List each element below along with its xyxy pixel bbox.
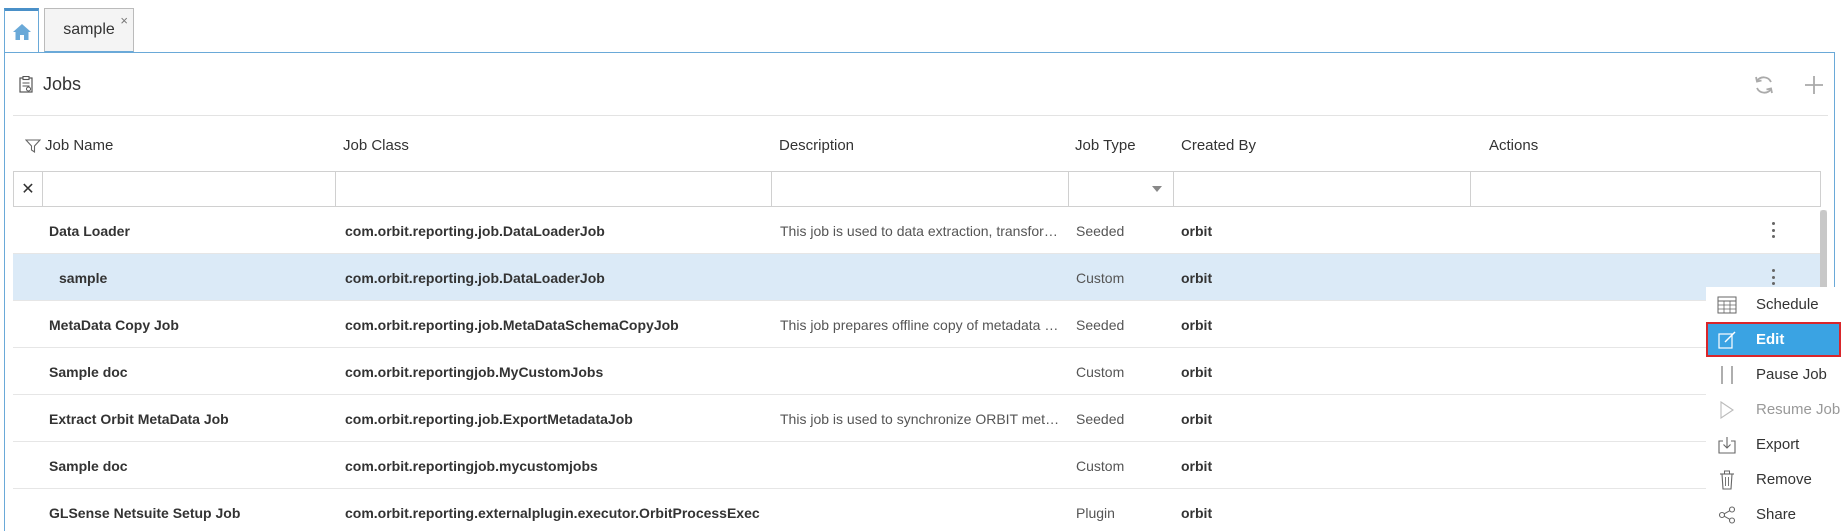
filter-input-created-by[interactable]: [1174, 172, 1471, 206]
column-header-description[interactable]: Description: [779, 137, 854, 154]
table-row[interactable]: MetaData Copy Job com.orbit.reporting.jo…: [13, 301, 1821, 348]
filter-row: ✕: [13, 171, 1821, 207]
export-icon: [1712, 434, 1742, 456]
chevron-down-icon: [1152, 186, 1162, 192]
column-header-actions: Actions: [1489, 137, 1539, 154]
table-row[interactable]: Sample doc com.orbit.reportingjob.MyCust…: [13, 348, 1821, 395]
menu-label: Share: [1756, 506, 1797, 523]
pause-icon: [1712, 364, 1742, 386]
filter-input-description[interactable]: [772, 172, 1069, 206]
menu-item-schedule[interactable]: Schedule: [1706, 287, 1841, 322]
menu-label: Schedule: [1756, 296, 1819, 313]
cell-job-class: com.orbit.reporting.job.DataLoaderJob: [345, 270, 605, 286]
cell-job-type: Custom: [1076, 270, 1125, 286]
table-row[interactable]: GLSense Netsuite Setup Job com.orbit.rep…: [13, 489, 1821, 531]
cell-job-name: GLSense Netsuite Setup Job: [49, 505, 241, 521]
tab-sample[interactable]: sample ×: [44, 8, 134, 52]
table-row[interactable]: Sample doc com.orbit.reportingjob.mycust…: [13, 442, 1821, 489]
refresh-icon[interactable]: [1750, 71, 1778, 99]
cell-description: This job is used to data extraction, tra…: [780, 223, 1062, 239]
menu-item-pause-job[interactable]: Pause Job: [1706, 357, 1841, 392]
table-row[interactable]: Extract Orbit MetaData Job com.orbit.rep…: [13, 395, 1821, 442]
cell-created-by: orbit: [1181, 317, 1213, 333]
cell-description: This job is used to synchronize ORBIT me…: [780, 411, 1062, 427]
cell-job-class: com.orbit.reporting.job.MetaDataSchemaCo…: [345, 317, 679, 333]
tab-label: sample: [63, 21, 115, 38]
menu-label: Pause Job: [1756, 366, 1827, 383]
panel-header: Jobs: [13, 53, 1828, 116]
tab-strip: sample ×: [4, 8, 134, 52]
cell-job-type: Seeded: [1076, 223, 1125, 239]
column-header-job-type[interactable]: Job Type: [1075, 137, 1136, 154]
cell-created-by: orbit: [1181, 458, 1213, 474]
cell-job-name: Data Loader: [49, 223, 130, 239]
cell-job-name: Sample doc: [49, 364, 128, 380]
cell-job-type: Seeded: [1076, 317, 1125, 333]
column-headers: Job Name Job Class Description Job Type …: [13, 117, 1828, 172]
cell-job-class: com.orbit.reportingjob.mycustomjobs: [345, 458, 598, 474]
cell-job-name: Sample doc: [49, 458, 128, 474]
jobs-panel: Jobs Job Name Job Class Description Job …: [4, 52, 1835, 531]
play-icon: [1712, 399, 1742, 421]
filter-input-job-name[interactable]: [43, 172, 336, 206]
menu-item-share[interactable]: Share: [1706, 497, 1841, 532]
cell-job-type: Custom: [1076, 364, 1125, 380]
jobs-table: Data Loader com.orbit.reporting.job.Data…: [13, 207, 1821, 531]
row-context-menu: Schedule Edit Pause Job Resume Job Expor…: [1706, 287, 1841, 531]
add-icon[interactable]: [1800, 71, 1828, 99]
menu-label: Edit: [1756, 331, 1785, 348]
row-actions-kebab-icon[interactable]: [1763, 218, 1783, 242]
tab-home[interactable]: [4, 8, 39, 52]
menu-label: Export: [1756, 436, 1800, 453]
home-icon: [12, 23, 31, 40]
cell-job-name: sample: [59, 270, 108, 286]
cell-description: This job prepares offline copy of metada…: [780, 317, 1062, 333]
cell-created-by: orbit: [1181, 270, 1213, 286]
calendar-icon: [1712, 294, 1742, 316]
clipboard-icon: [19, 75, 33, 93]
row-actions-kebab-icon[interactable]: [1763, 265, 1783, 289]
cell-job-class: com.orbit.reporting.job.ExportMetadataJo…: [345, 411, 633, 427]
menu-item-resume-job[interactable]: Resume Job: [1706, 392, 1841, 427]
column-header-job-name[interactable]: Job Name: [45, 137, 113, 154]
edit-icon: [1712, 329, 1742, 351]
cell-created-by: orbit: [1181, 505, 1213, 521]
menu-item-edit[interactable]: Edit: [1706, 322, 1841, 357]
cell-job-class: com.orbit.reporting.job.DataLoaderJob: [345, 223, 605, 239]
table-row-selected[interactable]: sample com.orbit.reporting.job.DataLoade…: [13, 254, 1821, 301]
trash-icon: [1712, 469, 1742, 491]
cell-job-type: Plugin: [1076, 505, 1115, 521]
cell-created-by: orbit: [1181, 364, 1213, 380]
close-icon[interactable]: ×: [120, 14, 128, 27]
filter-input-job-class[interactable]: [336, 172, 772, 206]
cell-job-class: com.orbit.reportingjob.MyCustomJobs: [345, 364, 604, 380]
page-title: Jobs: [43, 73, 82, 94]
cell-job-type: Seeded: [1076, 411, 1125, 427]
cell-created-by: orbit: [1181, 411, 1213, 427]
cell-job-name: MetaData Copy Job: [49, 317, 179, 333]
menu-label: Resume Job: [1756, 401, 1841, 418]
menu-item-export[interactable]: Export: [1706, 427, 1841, 462]
table-row[interactable]: Data Loader com.orbit.reporting.job.Data…: [13, 207, 1821, 254]
clear-filter-button[interactable]: ✕: [14, 172, 43, 206]
menu-item-remove[interactable]: Remove: [1706, 462, 1841, 497]
filter-select-job-type[interactable]: [1069, 172, 1174, 206]
share-icon: [1712, 504, 1742, 526]
cell-job-type: Custom: [1076, 458, 1125, 474]
column-header-job-class[interactable]: Job Class: [343, 137, 409, 154]
cell-job-class: com.orbit.reporting.externalplugin.execu…: [345, 505, 760, 521]
column-header-created-by[interactable]: Created By: [1181, 137, 1256, 154]
cell-job-name: Extract Orbit MetaData Job: [49, 411, 229, 427]
menu-label: Remove: [1756, 471, 1812, 488]
filter-funnel-icon[interactable]: [24, 139, 42, 157]
cell-created-by: orbit: [1181, 223, 1213, 239]
